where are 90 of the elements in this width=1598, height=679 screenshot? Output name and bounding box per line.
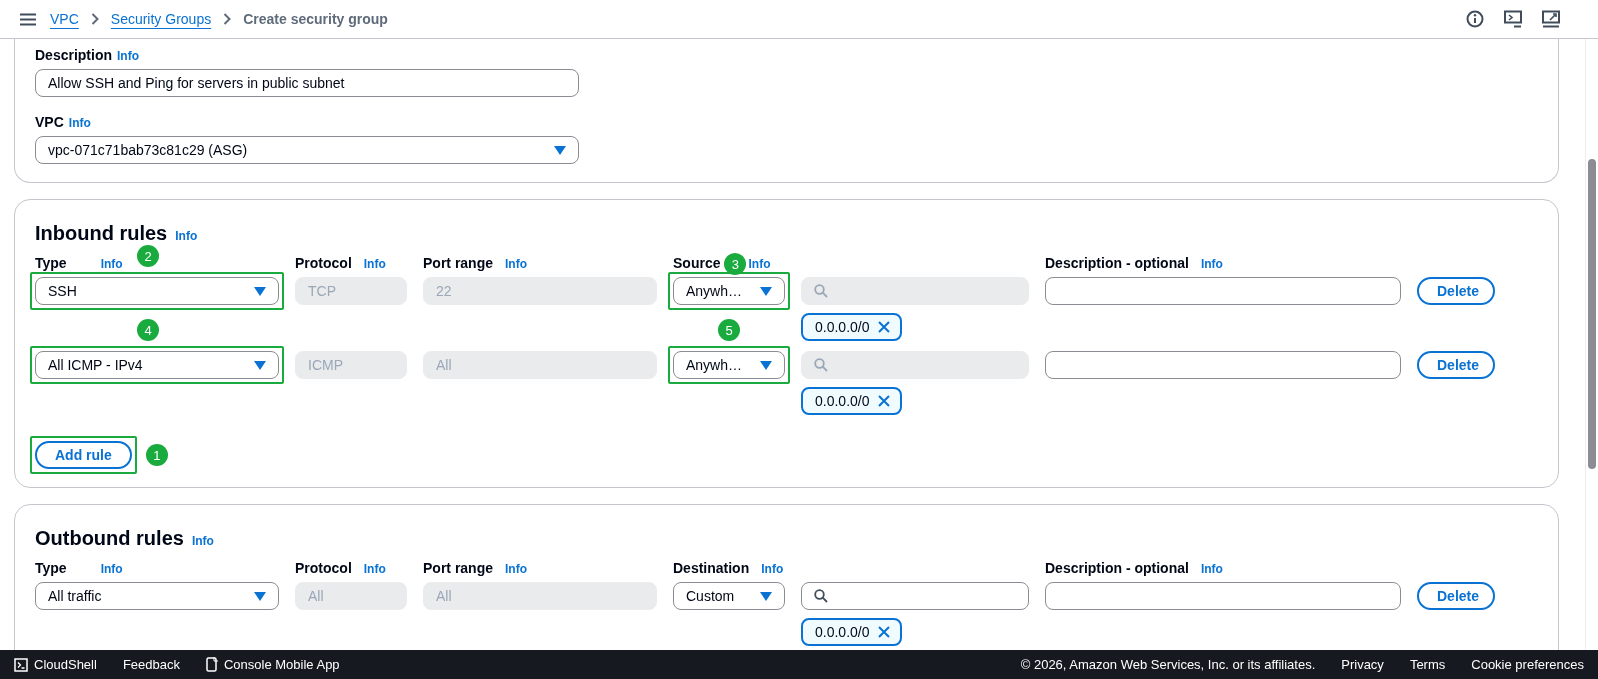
footer-link[interactable]: Feedback — [122, 657, 180, 672]
column-label: Description - optional — [1045, 255, 1189, 271]
search-icon — [814, 284, 828, 298]
phone-icon — [205, 657, 218, 672]
caret-icon — [254, 286, 266, 296]
menu-icon[interactable] — [20, 12, 36, 26]
field-label: VPC — [35, 114, 64, 130]
step-number-badge: 5 — [718, 319, 740, 341]
column-label: Destination — [673, 560, 750, 576]
scrollbar[interactable] — [1585, 39, 1598, 650]
field-label: Description — [35, 47, 112, 63]
protocol-field: All — [295, 582, 407, 610]
search-icon — [814, 358, 828, 372]
token-label: 0.0.0.0/0 — [815, 624, 870, 640]
info-link[interactable]: Info — [363, 257, 386, 271]
section-title: Inbound rules — [35, 222, 168, 245]
delete-button[interactable]: Delete — [1417, 582, 1495, 610]
chevron-icon — [223, 13, 232, 25]
protocol-field: TCP — [295, 277, 407, 305]
info-link[interactable]: Info — [363, 562, 386, 576]
close-icon[interactable] — [877, 321, 890, 333]
source-select[interactable]: Anywh… — [673, 277, 785, 305]
info-icon[interactable] — [1466, 10, 1484, 28]
footer-link[interactable]: CloudShell — [34, 657, 97, 672]
step-number-badge: 1 — [145, 444, 168, 466]
delete-button[interactable]: Delete — [1417, 351, 1495, 379]
token-label: 0.0.0.0/0 — [815, 393, 870, 409]
column-label: Port range — [423, 255, 493, 271]
terminal-icon — [14, 657, 28, 672]
info-link[interactable]: Info — [505, 257, 527, 271]
type-select[interactable]: All traffic — [35, 582, 279, 610]
footer-link[interactable]: Cookie preferences — [1471, 657, 1584, 672]
info-link[interactable]: Info — [100, 257, 123, 271]
step-number-badge: 3 — [724, 253, 747, 275]
caret-icon — [760, 360, 772, 370]
close-icon[interactable] — [877, 395, 890, 407]
column-label: Protocol — [295, 255, 352, 271]
column-label: Type — [35, 560, 67, 576]
delete-button[interactable]: Delete — [1417, 277, 1495, 305]
info-link[interactable]: Info — [100, 562, 123, 576]
breadcrumb-current: Create security group — [243, 11, 388, 27]
search-icon — [814, 589, 828, 603]
search-field[interactable] — [801, 582, 1029, 610]
info-link[interactable]: Info — [1200, 562, 1223, 576]
token-label: 0.0.0.0/0 — [815, 319, 870, 335]
port-range-field: 22 — [423, 277, 657, 305]
protocol-field: ICMP — [295, 351, 407, 379]
footer-link[interactable]: Console Mobile App — [223, 657, 340, 672]
type-select[interactable]: SSH — [35, 277, 279, 305]
port-range-field: All — [423, 582, 657, 610]
monitor-icon[interactable] — [1542, 10, 1560, 28]
footer-link[interactable]: Terms — [1409, 657, 1446, 672]
add-rule-button[interactable]: Add rule — [35, 441, 132, 469]
source-select[interactable]: Custom — [673, 582, 785, 610]
description-field[interactable]: Allow SSH and Ping for servers in public subnet — [35, 69, 579, 97]
step-number-badge: 4 — [137, 319, 159, 341]
description-field[interactable] — [1045, 351, 1401, 379]
type-select[interactable]: All ICMP - IPv4 — [35, 351, 279, 379]
vpc-select[interactable]: vpc-071c71bab73c81c29 (ASG) — [35, 136, 579, 164]
close-icon[interactable] — [877, 626, 890, 638]
monitor-icon[interactable] — [1504, 10, 1522, 28]
info-link[interactable]: Info — [117, 49, 139, 63]
info-link[interactable]: Info — [68, 116, 91, 130]
caret-icon — [760, 591, 772, 601]
description-field[interactable] — [1045, 277, 1401, 305]
caret-icon — [760, 286, 772, 296]
caret-icon — [554, 145, 566, 155]
info-link[interactable]: Info — [191, 534, 214, 548]
chevron-icon — [90, 13, 99, 25]
column-label: Port range — [423, 560, 493, 576]
breadcrumb-link[interactable]: VPC — [50, 11, 79, 27]
breadcrumb-link[interactable]: Security Groups — [110, 11, 212, 27]
info-link[interactable]: Info — [505, 562, 527, 576]
section-title: Outbound rules — [35, 527, 184, 550]
caret-icon — [254, 360, 266, 370]
port-range-field: All — [423, 351, 657, 379]
source-select[interactable]: Anywh… — [673, 351, 785, 379]
caret-icon — [254, 591, 266, 601]
column-label: Description - optional — [1045, 560, 1189, 576]
info-link[interactable]: Info — [761, 562, 784, 576]
copyright-text: © 2026, Amazon Web Services, Inc. or its affiliates. — [1020, 657, 1316, 672]
column-label: Protocol — [295, 560, 352, 576]
column-label: Source — [673, 255, 721, 271]
info-link[interactable]: Info — [1200, 257, 1223, 271]
info-link[interactable]: Info — [175, 229, 198, 243]
footer-link[interactable]: Privacy — [1341, 657, 1384, 672]
step-number-badge: 2 — [137, 245, 159, 267]
description-field[interactable] — [1045, 582, 1401, 610]
column-label: Type — [35, 255, 67, 271]
info-link[interactable]: Info — [748, 257, 771, 271]
